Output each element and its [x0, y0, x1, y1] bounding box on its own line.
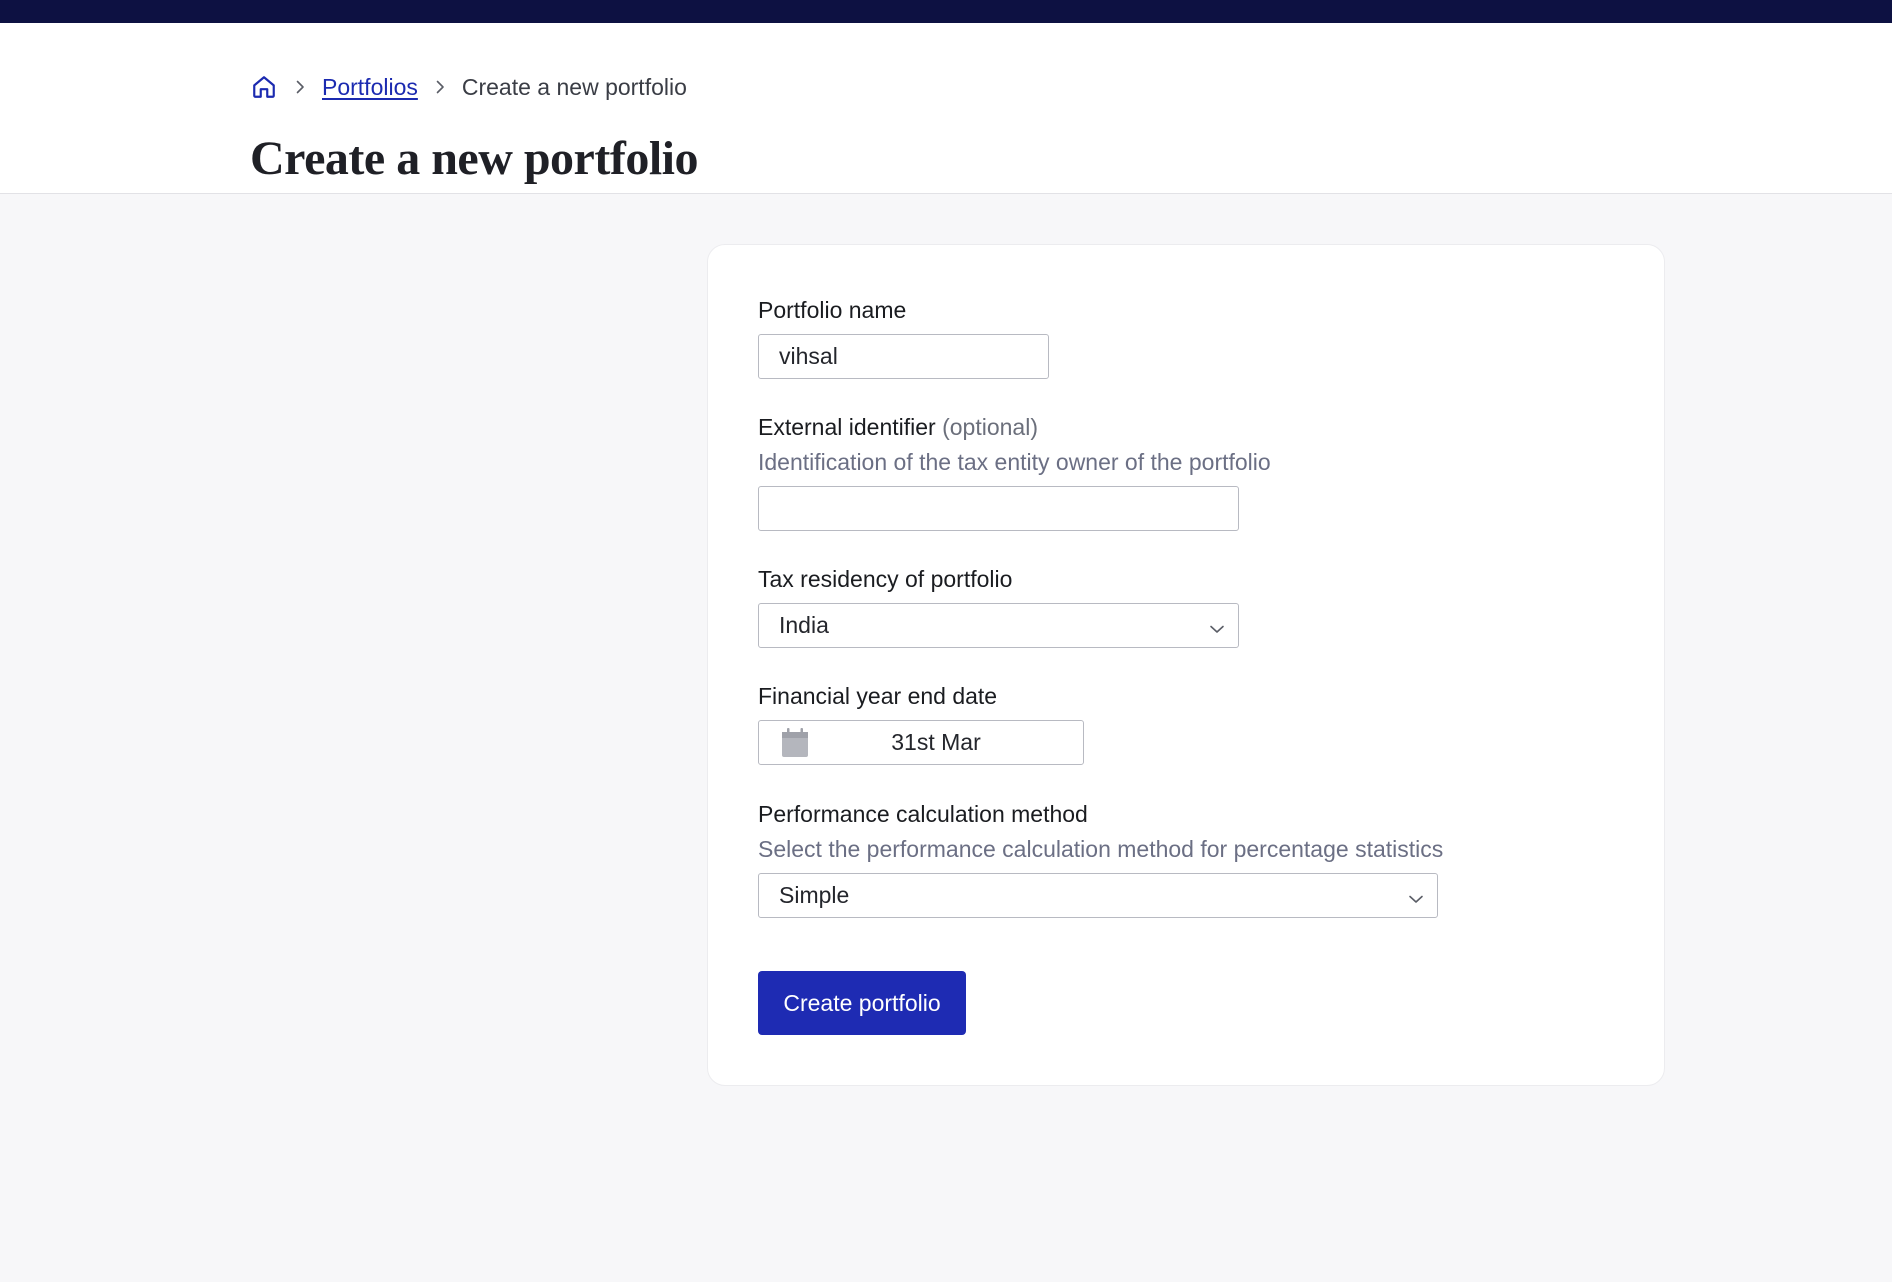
financial-year-end-input[interactable]: 31st Mar [758, 720, 1084, 765]
financial-year-end-value: 31st Mar [891, 729, 981, 755]
external-identifier-group: External identifier (optional) Identific… [758, 413, 1271, 531]
portfolio-name-input[interactable]: vihsal [758, 334, 1049, 379]
financial-year-end-group: Financial year end date 31st Mar [758, 682, 1084, 765]
performance-method-hint: Select the performance calculation metho… [758, 836, 1444, 862]
page-title: Create a new portfolio [250, 132, 699, 185]
external-identifier-label: External identifier (optional) [758, 413, 1271, 441]
tax-residency-select[interactable]: India [758, 603, 1239, 648]
create-portfolio-button[interactable]: Create portfolio [758, 971, 966, 1035]
chevron-down-icon [1208, 617, 1226, 635]
chevron-down-icon [1407, 887, 1425, 905]
external-identifier-label-text: External identifier [758, 414, 936, 440]
external-identifier-input[interactable] [758, 486, 1239, 531]
performance-method-selected: Simple [779, 882, 850, 908]
performance-method-group: Performance calculation method Select th… [758, 800, 1443, 918]
portfolio-name-group: Portfolio name vihsal [758, 296, 1049, 379]
top-navbar [0, 0, 1892, 23]
breadcrumb-portfolios-link[interactable]: Portfolios [322, 74, 418, 101]
portfolio-name-value: vihsal [779, 343, 838, 369]
create-portfolio-form: Portfolio name vihsal External identifie… [707, 244, 1665, 1086]
tax-residency-label: Tax residency of portfolio [758, 566, 1013, 592]
chevron-right-icon [428, 75, 452, 99]
external-identifier-hint: Identification of the tax entity owner o… [758, 449, 1271, 475]
home-icon[interactable] [250, 73, 278, 101]
chevron-right-icon [288, 75, 312, 99]
tax-residency-group: Tax residency of portfolio India [758, 565, 1239, 648]
breadcrumb: Portfolios Create a new portfolio [250, 73, 687, 101]
financial-year-end-label: Financial year end date [758, 683, 998, 709]
optional-tag: (optional) [942, 414, 1038, 440]
breadcrumb-current: Create a new portfolio [461, 73, 687, 100]
page-header: Portfolios Create a new portfolio Create… [0, 23, 1892, 194]
calendar-icon[interactable] [781, 728, 809, 758]
portfolio-name-label: Portfolio name [758, 297, 907, 323]
performance-method-label: Performance calculation method [758, 801, 1088, 827]
tax-residency-selected: India [779, 612, 829, 638]
performance-method-select[interactable]: Simple [758, 873, 1438, 918]
